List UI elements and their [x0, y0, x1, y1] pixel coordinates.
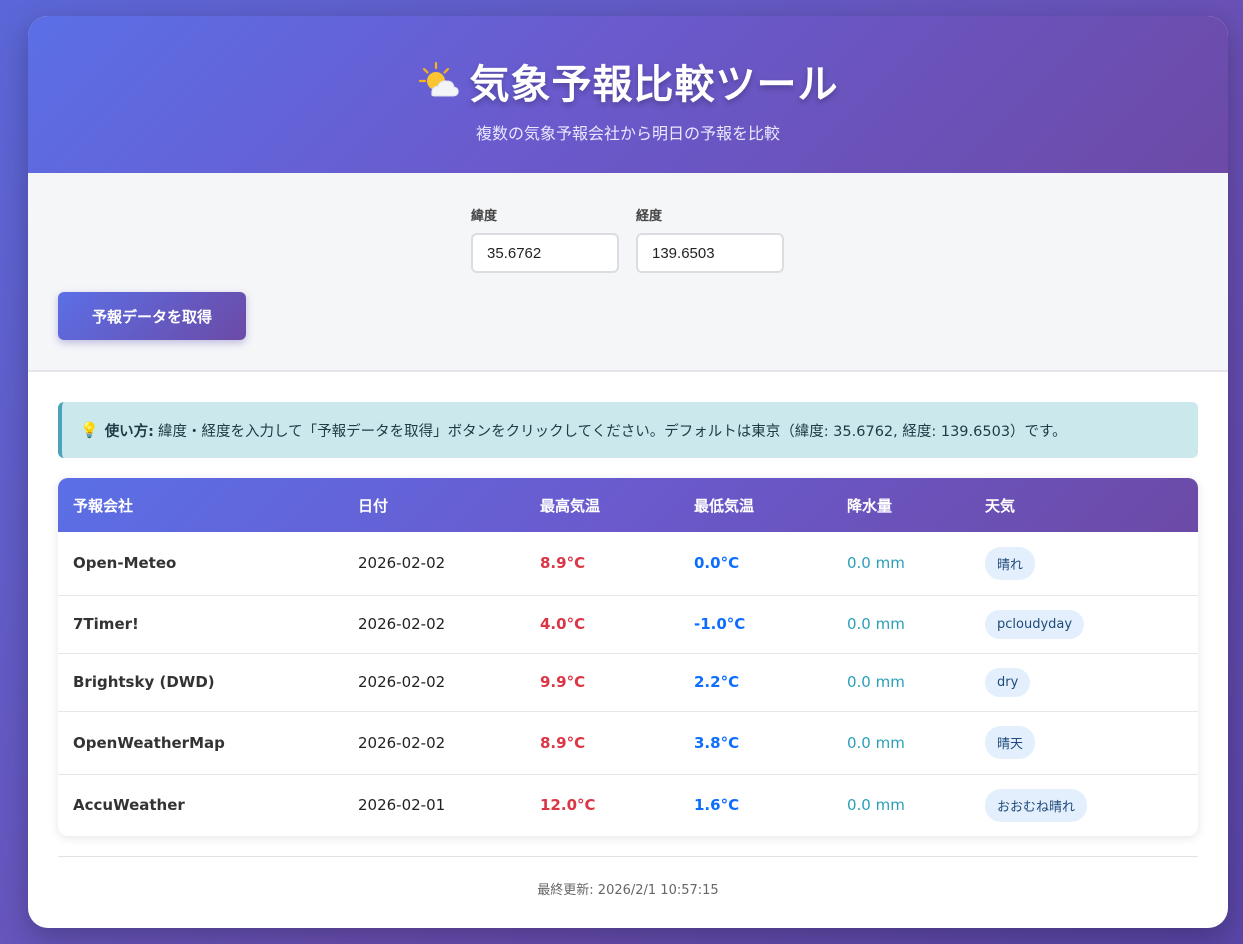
- company-cell: 7Timer!: [58, 595, 343, 654]
- min-temp-cell: 1.6°C: [694, 796, 740, 815]
- page-title: 気象予報比較ツール: [28, 52, 1228, 110]
- title-text: 気象予報比較ツール: [469, 62, 839, 108]
- weather-cell: pcloudyday: [970, 595, 1198, 654]
- weather-badge: 晴れ: [985, 546, 1036, 580]
- precip-cell: 0.0 mm: [847, 796, 905, 815]
- info-text: 緯度・経度を入力して「予報データを取得」ボタンをクリックしてください。デフォルト…: [158, 423, 1067, 440]
- latitude-field: 緯度: [471, 205, 619, 273]
- table-row: Open-Meteo 2026-02-02 8.9°C 0.0°C 0.0 mm…: [58, 532, 1198, 596]
- usage-info-box: 💡 使い方: 緯度・経度を入力して「予報データを取得」ボタンをクリックしてくださ…: [58, 402, 1198, 458]
- company-cell: OpenWeatherMap: [58, 711, 343, 775]
- info-lead: 使い方:: [104, 423, 154, 440]
- forecast-table: 予報会社 日付 最高気温 最低気温 降水量 天気 Open-Meteo 2026…: [58, 478, 1198, 836]
- table-row: AccuWeather 2026-02-01 12.0°C 1.6°C 0.0 …: [58, 774, 1198, 836]
- date-cell: 2026-02-02: [343, 595, 525, 654]
- date-cell: 2026-02-02: [343, 653, 525, 712]
- table-row: OpenWeatherMap 2026-02-02 8.9°C 3.8°C 0.…: [58, 711, 1198, 775]
- main-card: 気象予報比較ツール 複数の気象予報会社から明日の予報を比較 緯度 経度 予報デー…: [28, 16, 1228, 928]
- header-min-temp: 最低気温: [694, 496, 755, 515]
- max-temp-cell: 8.9°C: [525, 711, 679, 775]
- latitude-label: 緯度: [471, 209, 498, 224]
- weather-cell: dry: [970, 653, 1198, 712]
- longitude-input[interactable]: [636, 233, 784, 273]
- precip-cell: 0.0 mm: [832, 595, 970, 654]
- lightbulb-icon: 💡: [80, 421, 99, 439]
- longitude-label: 経度: [636, 209, 663, 224]
- min-temp-cell: 0.0°C: [679, 532, 832, 596]
- company-cell: Brightsky (DWD): [58, 653, 343, 712]
- weather-badge: dry: [985, 667, 1031, 697]
- precip-cell: 0.0 mm: [832, 532, 970, 596]
- precip-cell: 0.0 mm: [832, 711, 970, 775]
- weather-cell: 晴天: [970, 711, 1198, 775]
- sun-behind-cloud-icon: [418, 60, 460, 102]
- date-cell: 2026-02-01: [358, 796, 446, 815]
- company-cell: AccuWeather: [73, 796, 185, 815]
- header-weather: 天気: [985, 496, 1016, 515]
- header-max-temp: 最高気温: [540, 496, 601, 515]
- table-row: 7Timer! 2026-02-02 4.0°C -1.0°C 0.0 mm p…: [58, 595, 1198, 654]
- latitude-input[interactable]: [471, 233, 619, 273]
- max-temp-cell: 9.9°C: [525, 653, 679, 712]
- min-temp-cell: 3.8°C: [679, 711, 832, 775]
- fetch-forecast-button[interactable]: 予報データを取得: [58, 292, 246, 340]
- header-precip: 降水量: [847, 496, 893, 515]
- min-temp-cell: -1.0°C: [679, 595, 832, 654]
- last-updated: 最終更新: 2026/2/1 10:57:15: [58, 856, 1198, 898]
- max-temp-cell: 12.0°C: [540, 796, 596, 815]
- weather-badge: おおむね晴れ: [985, 788, 1088, 822]
- min-temp-cell: 2.2°C: [679, 653, 832, 712]
- controls-panel: 緯度 経度 予報データを取得: [28, 173, 1228, 372]
- table-header-row: 予報会社 日付 最高気温 最低気温 降水量 天気: [58, 478, 1198, 532]
- company-cell: Open-Meteo: [58, 532, 343, 596]
- weather-cell: 晴れ: [970, 532, 1198, 596]
- weather-badge: pcloudyday: [985, 609, 1085, 639]
- date-cell: 2026-02-02: [343, 711, 525, 775]
- table-row: Brightsky (DWD) 2026-02-02 9.9°C 2.2°C 0…: [58, 653, 1198, 712]
- max-temp-cell: 4.0°C: [525, 595, 679, 654]
- precip-cell: 0.0 mm: [832, 653, 970, 712]
- weather-cell: おおむね晴れ: [970, 774, 1198, 836]
- date-cell: 2026-02-02: [343, 532, 525, 596]
- weather-badge: 晴天: [985, 726, 1036, 759]
- header: 気象予報比較ツール 複数の気象予報会社から明日の予報を比較: [28, 16, 1228, 173]
- max-temp-cell: 8.9°C: [525, 532, 679, 596]
- longitude-field: 経度: [636, 205, 784, 273]
- header-company: 予報会社: [73, 496, 134, 515]
- header-date: 日付: [358, 496, 389, 515]
- subtitle: 複数の気象予報会社から明日の予報を比較: [475, 124, 780, 143]
